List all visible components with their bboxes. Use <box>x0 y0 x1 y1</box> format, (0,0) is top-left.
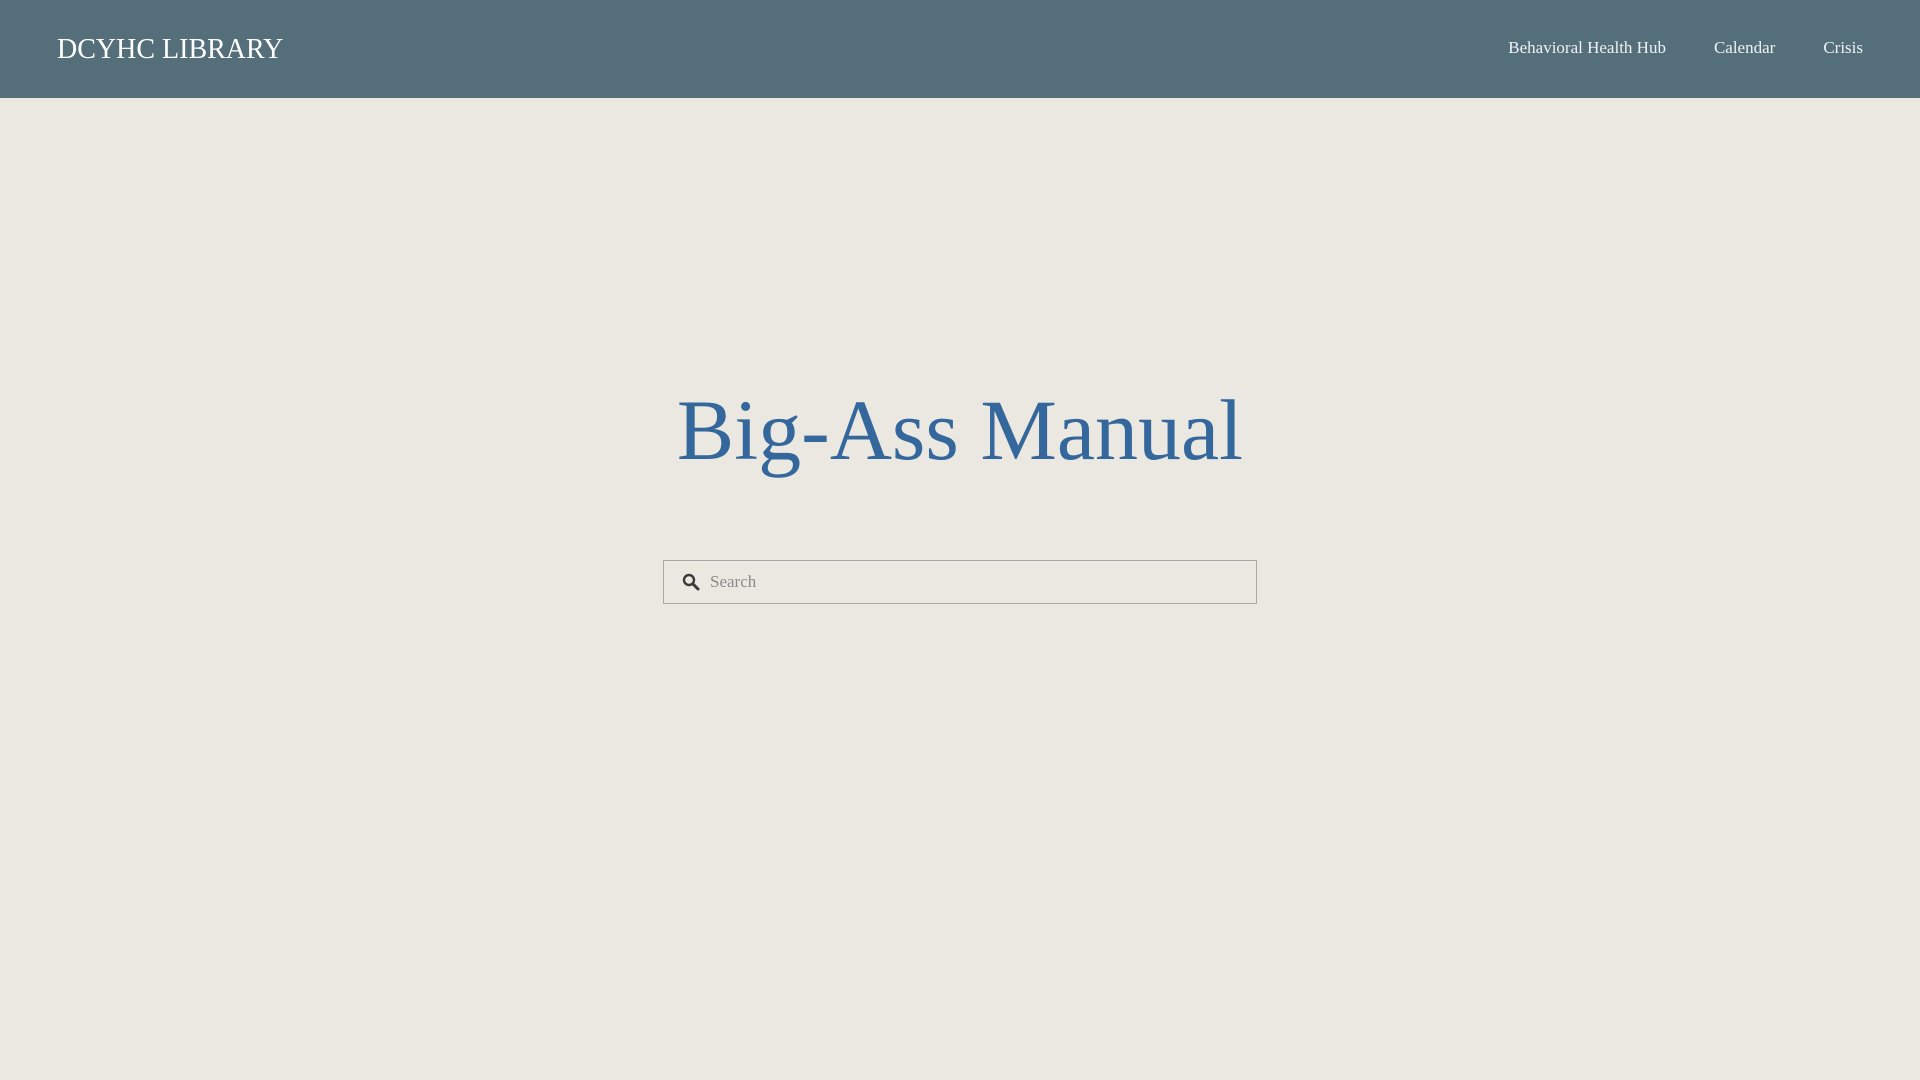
search-icon <box>682 573 700 591</box>
search-box <box>663 560 1257 604</box>
main-nav: Behavioral Health Hub Calendar Crisis <box>1508 0 1863 95</box>
page-title: Big-Ass Manual <box>676 382 1244 478</box>
nav-link-crisis[interactable]: Crisis <box>1823 38 1863 58</box>
search-input[interactable] <box>710 562 1256 602</box>
nav-link-behavioral-health-hub[interactable]: Behavioral Health Hub <box>1508 38 1666 58</box>
top-navigation-bar: DCYHC LIBRARY Behavioral Health Hub Cale… <box>0 0 1920 98</box>
nav-link-calendar[interactable]: Calendar <box>1714 38 1775 58</box>
site-brand-link[interactable]: DCYHC LIBRARY <box>57 30 283 70</box>
